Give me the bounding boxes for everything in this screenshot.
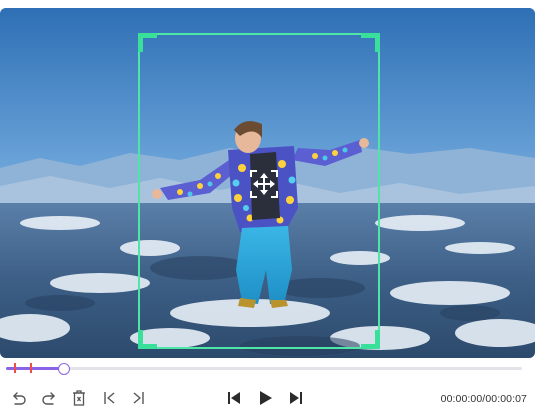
play-icon[interactable]: [255, 388, 275, 408]
timeline-playhead[interactable]: [57, 363, 70, 375]
mark-in-marker[interactable]: [14, 363, 16, 373]
redo-icon[interactable]: [39, 388, 59, 408]
crop-handle-bottom-right[interactable]: [361, 330, 380, 349]
mark-out-marker[interactable]: [30, 363, 32, 373]
playback-controls: 00:00:00/00:00:07: [0, 382, 535, 418]
crop-handle-top-left[interactable]: [138, 33, 157, 52]
crop-handle-top-right[interactable]: [361, 33, 380, 52]
skip-previous-icon[interactable]: [224, 388, 244, 408]
timecode-display: 00:00:00/00:00:07: [440, 393, 527, 405]
mark-in-icon[interactable]: [99, 388, 119, 408]
crop-handle-bottom-left[interactable]: [138, 330, 157, 349]
skip-next-icon[interactable]: [286, 388, 306, 408]
timeline-scrubber[interactable]: [6, 363, 522, 375]
mark-out-icon[interactable]: [129, 388, 149, 408]
undo-icon[interactable]: [9, 388, 29, 408]
delete-icon[interactable]: [69, 388, 89, 408]
timeline-track[interactable]: [6, 367, 522, 370]
video-preview: [0, 8, 535, 358]
video-editor-window: 00:00:00/00:00:07: [0, 0, 535, 418]
move-arrows-icon[interactable]: [248, 168, 280, 200]
